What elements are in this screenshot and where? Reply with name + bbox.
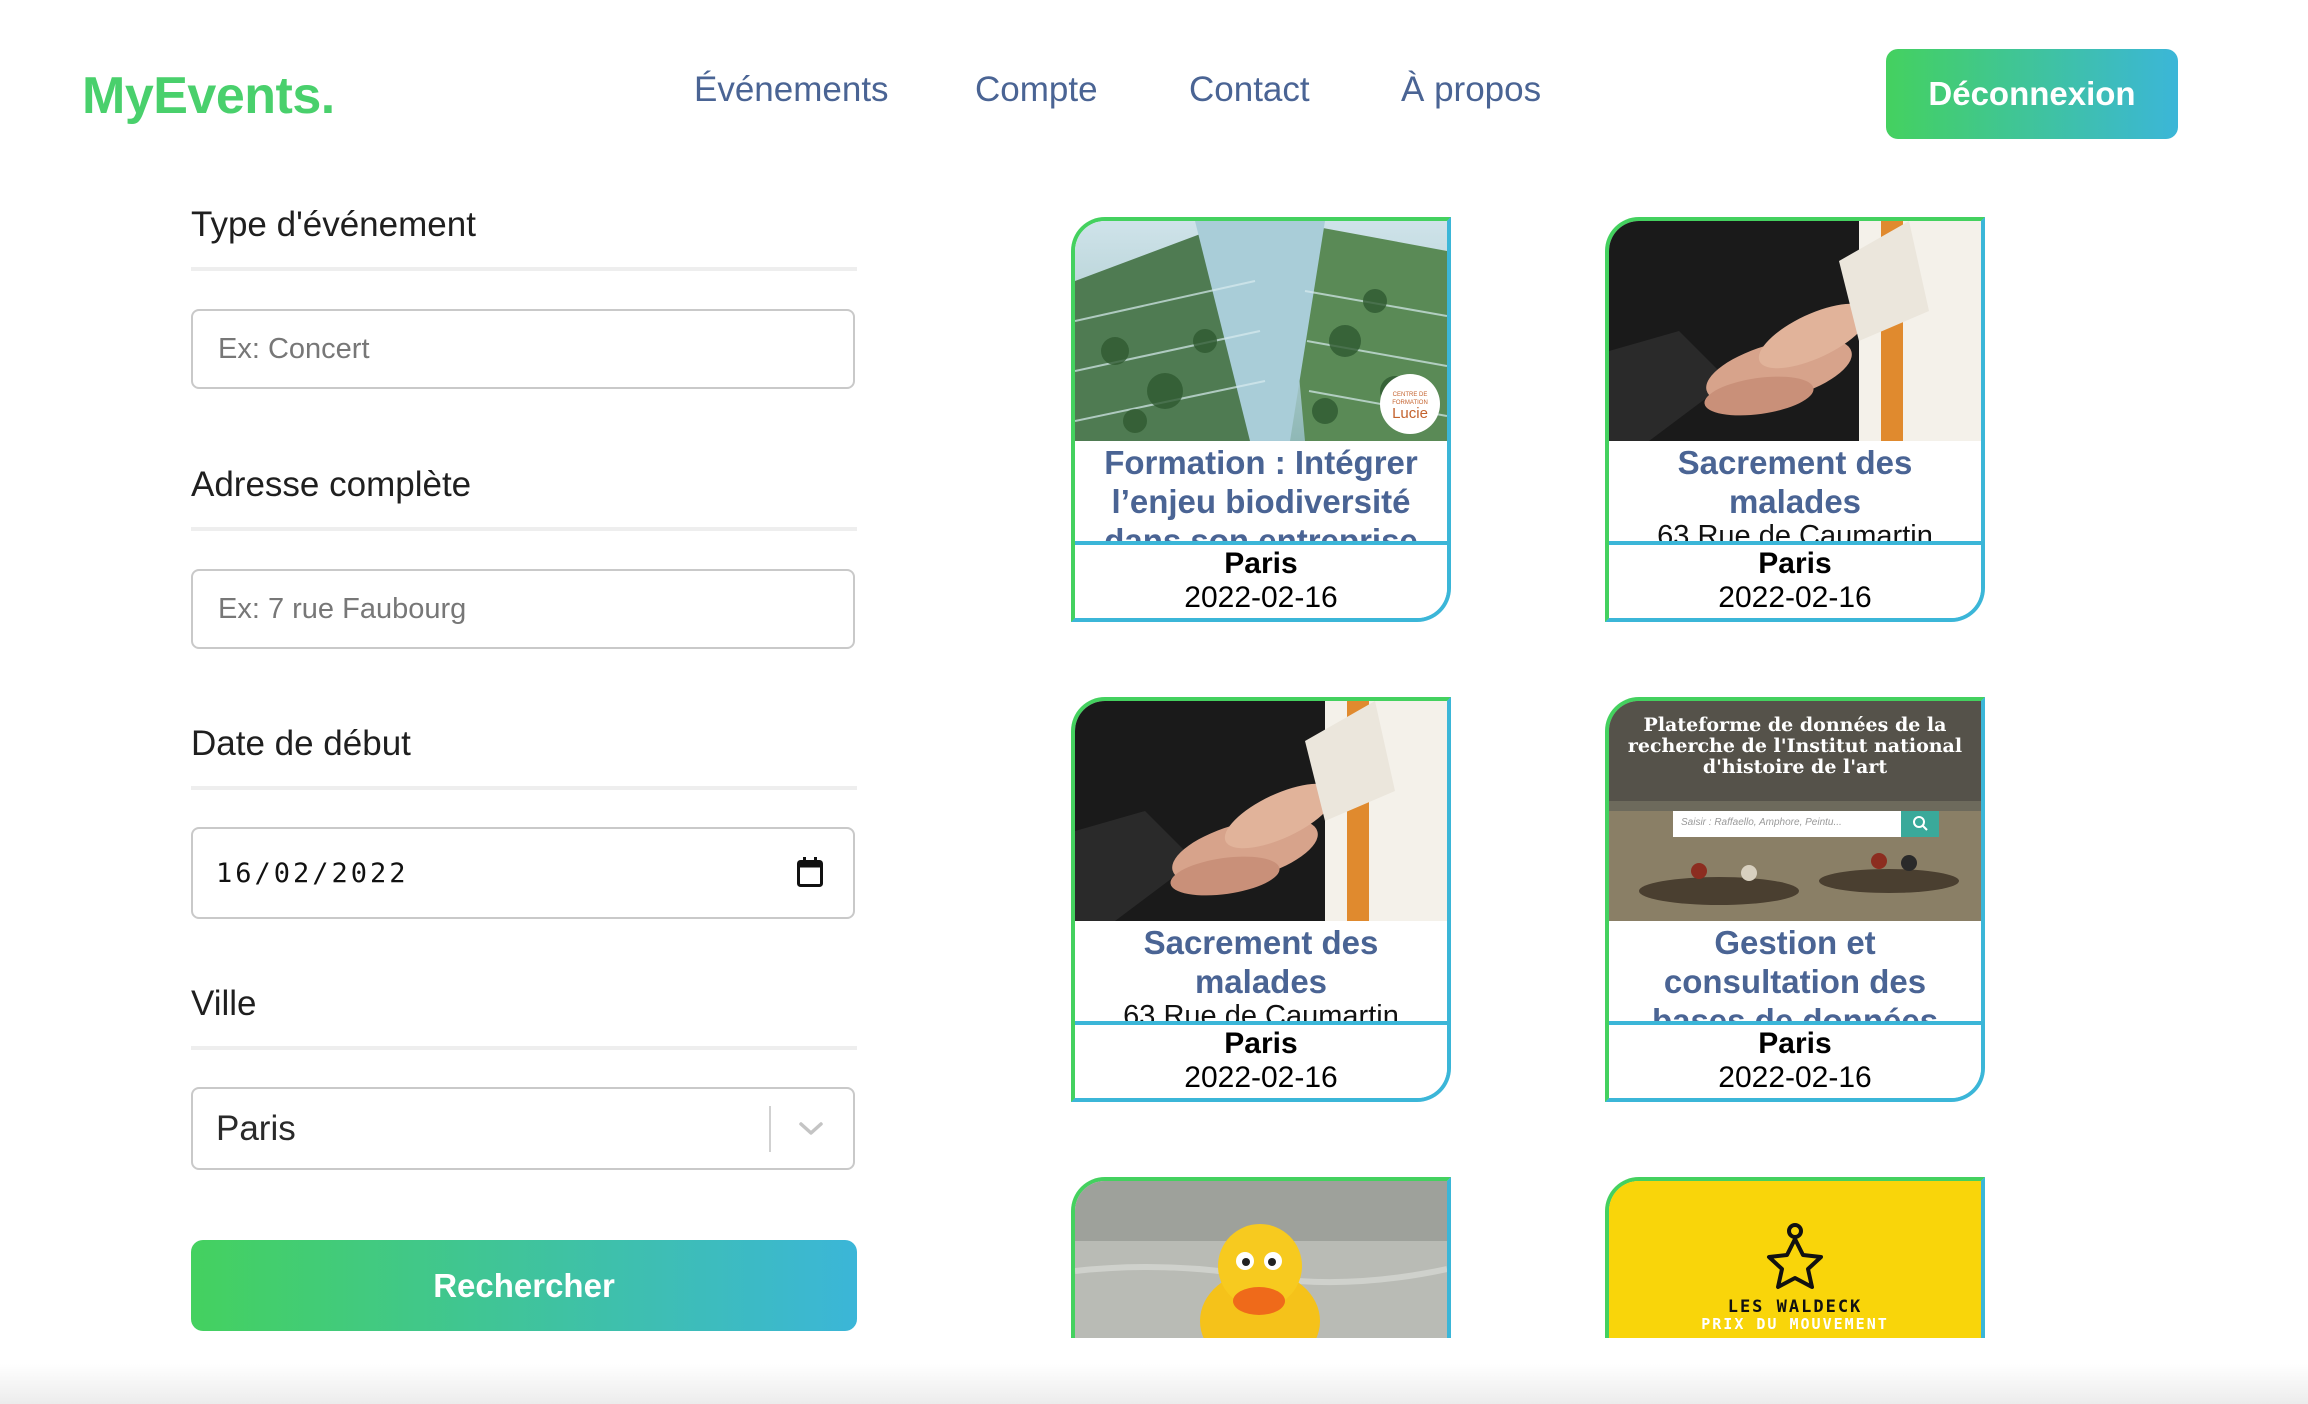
- event-card[interactable]: Plateforme de données de la recherche de…: [1605, 697, 1985, 1102]
- event-city: Paris: [1758, 1027, 1832, 1060]
- badge-text: CENTRE DE: [1393, 392, 1428, 398]
- nav-link-account[interactable]: Compte: [975, 70, 1098, 110]
- svg-text:Lucie: Lucie: [1392, 405, 1428, 422]
- event-title[interactable]: Gestion et consultation des bases de don…: [1609, 921, 1981, 1021]
- city-select[interactable]: Paris: [191, 1087, 855, 1170]
- city-label: Ville: [191, 984, 257, 1023]
- event-title[interactable]: Formation : Intégrer l’enjeu biodiversit…: [1075, 441, 1447, 541]
- logo[interactable]: MyEvents.: [82, 66, 335, 126]
- event-image-waldeck: LES WALDECK PRIX DU MOUVEMENT: [1609, 1181, 1981, 1338]
- address-input[interactable]: [216, 591, 820, 627]
- event-card[interactable]: Sacrement des malades 63 Rue de Caumarti…: [1071, 697, 1451, 1102]
- bottom-shade: [0, 1364, 2308, 1404]
- event-footer: Paris 2022-02-16: [1609, 1021, 1981, 1098]
- event-date: 2022-02-16: [1184, 581, 1338, 614]
- database-overlay-text: Plateforme de données de la recherche de…: [1627, 714, 1963, 778]
- event-card[interactable]: CENTRE DE FORMATION Lucie Formation : In…: [1071, 217, 1451, 622]
- start-date-label: Date de début: [191, 724, 411, 763]
- calendar-icon[interactable]: [797, 857, 823, 887]
- event-text: Sacrement des malades 63 Rue de Caumarti…: [1609, 441, 1981, 541]
- event-city: Paris: [1224, 547, 1298, 580]
- event-footer: Paris 2022-02-16: [1609, 541, 1981, 618]
- event-text: Formation : Intégrer l’enjeu biodiversit…: [1075, 441, 1447, 541]
- event-date: 2022-02-16: [1718, 1061, 1872, 1094]
- event-footer: Paris 2022-02-16: [1075, 541, 1447, 618]
- event-card[interactable]: [1071, 1177, 1451, 1338]
- event-image-hands: [1609, 221, 1981, 441]
- event-address: 63 Rue de Caumartin: [1123, 1000, 1399, 1021]
- divider: [191, 1046, 857, 1050]
- event-type-input[interactable]: [216, 331, 820, 367]
- event-card[interactable]: LES WALDECK PRIX DU MOUVEMENT: [1605, 1177, 1985, 1338]
- event-image-building: CENTRE DE FORMATION Lucie: [1075, 221, 1447, 441]
- event-title[interactable]: Sacrement des malades: [1609, 441, 1981, 521]
- nav-link-contact[interactable]: Contact: [1189, 70, 1310, 110]
- event-text: Gestion et consultation des bases de don…: [1609, 921, 1981, 1021]
- event-city: Paris: [1224, 1027, 1298, 1060]
- event-card[interactable]: Sacrement des malades 63 Rue de Caumarti…: [1605, 217, 1985, 622]
- event-title[interactable]: Sacrement des malades: [1075, 921, 1447, 1001]
- divider: [191, 267, 857, 271]
- start-date-input[interactable]: 16/02/2022: [191, 827, 855, 919]
- nav-link-events[interactable]: Événements: [694, 70, 889, 110]
- event-text: Sacrement des malades 63 Rue de Caumarti…: [1075, 921, 1447, 1021]
- divider: [191, 527, 857, 531]
- event-address: 63 Rue de Caumartin: [1657, 520, 1933, 541]
- poster-title: LES WALDECK: [1727, 1297, 1863, 1317]
- event-type-field[interactable]: [191, 309, 855, 389]
- event-city: Paris: [1758, 547, 1832, 580]
- event-type-label: Type d'événement: [191, 205, 476, 244]
- event-image-hands: [1075, 701, 1447, 921]
- event-date: 2022-02-16: [1718, 581, 1872, 614]
- database-search-placeholder: Saisir : Raffaello, Amphore, Peintu...: [1681, 817, 1842, 828]
- city-select-value: Paris: [216, 1108, 296, 1148]
- event-image-database: Plateforme de données de la recherche de…: [1609, 701, 1981, 921]
- event-footer: Paris 2022-02-16: [1075, 1021, 1447, 1098]
- search-button[interactable]: Rechercher: [191, 1240, 857, 1331]
- select-separator: [769, 1106, 771, 1152]
- logout-button[interactable]: Déconnexion: [1886, 49, 2178, 139]
- event-image-duck: [1075, 1181, 1447, 1338]
- start-date-value: 16/02/2022: [216, 857, 409, 889]
- address-field[interactable]: [191, 569, 855, 649]
- poster-subtitle: PRIX DU MOUVEMENT: [1701, 1315, 1889, 1333]
- divider: [191, 786, 857, 790]
- nav-link-about[interactable]: À propos: [1401, 70, 1541, 110]
- chevron-down-icon[interactable]: [797, 1117, 825, 1139]
- address-label: Adresse complète: [191, 465, 472, 504]
- event-date: 2022-02-16: [1184, 1061, 1338, 1094]
- page: MyEvents. Événements Compte Contact À pr…: [0, 0, 2308, 1404]
